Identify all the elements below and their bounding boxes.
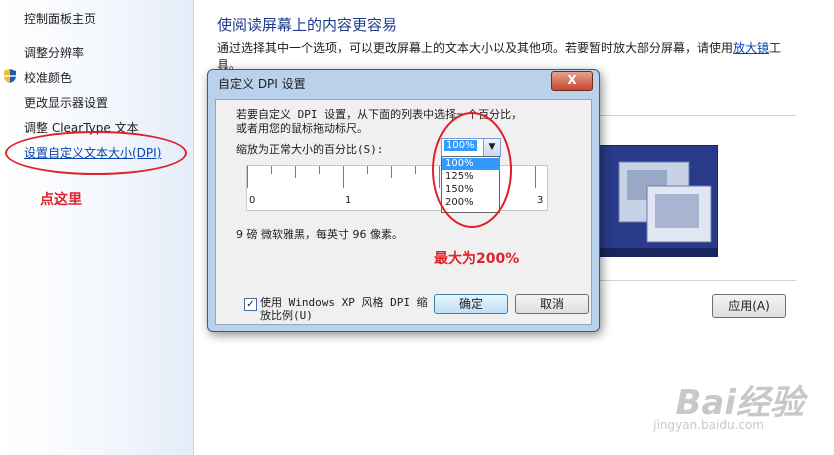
xp-style-label-line2: 放比例(U) [260, 309, 313, 322]
sidebar-item-calibrate-color[interactable]: 校准颜色 [24, 69, 72, 86]
watermark-url: jingyan.baidu.com [653, 418, 764, 432]
dialog-body: 若要自定义 DPI 设置，从下面的列表中选择一个百分比， 或者用您的鼠标拖动标尺… [215, 99, 592, 325]
description-suffix: 工 [769, 41, 782, 55]
ruler-tick [247, 166, 248, 188]
page-description: 通过选择其中一个选项，可以更改屏幕上的文本大小以及其他项。若要暂时放大部分屏幕，… [217, 39, 781, 56]
ruler-tick [319, 166, 320, 174]
custom-dpi-dialog: 自定义 DPI 设置 X 若要自定义 DPI 设置，从下面的列表中选择一个百分比… [207, 69, 600, 332]
watermark-logo: Bai经验 [675, 383, 804, 423]
sample-text: 9 磅 微软雅黑，每英寸 96 像素。 [236, 228, 403, 241]
shield-icon [4, 69, 16, 83]
scale-label: 缩放为正常大小的百分比(S): [236, 143, 384, 156]
ruler-label-1: 1 [345, 195, 352, 206]
description-text: 通过选择其中一个选项，可以更改屏幕上的文本大小以及其他项。若要暂时放大部分屏幕，… [217, 41, 734, 55]
divider-top [596, 115, 796, 116]
display-preview [596, 145, 718, 257]
ruler-tick [343, 166, 344, 188]
cancel-button[interactable]: 取消 [515, 294, 589, 314]
magnifier-link[interactable]: 放大镜 [733, 41, 769, 55]
xp-style-checkbox[interactable]: ✓ [244, 298, 257, 311]
divider-bottom [596, 280, 796, 281]
monitor-preview-icon [597, 146, 717, 256]
instruction-line2: 或者用您的鼠标拖动标尺。 [236, 122, 368, 135]
sidebar-home-link[interactable]: 控制面板主页 [24, 10, 96, 27]
ruler-tick [535, 166, 536, 188]
dialog-title: 自定义 DPI 设置 [218, 77, 306, 91]
sidebar-item-resolution[interactable]: 调整分辨率 [24, 44, 84, 61]
ruler-label-3: 3 [537, 195, 544, 206]
sidebar-item-display-settings[interactable]: 更改显示器设置 [24, 94, 108, 111]
ruler-tick [415, 166, 416, 174]
annotation-click-here: 点这里 [40, 192, 82, 208]
annotation-max-200: 最大为200% [434, 251, 520, 267]
close-button[interactable]: X [551, 71, 593, 91]
ruler-tick [391, 166, 392, 178]
sidebar: 控制面板主页 调整分辨率 校准颜色 更改显示器设置 调整 ClearType 文… [0, 0, 194, 455]
apply-button[interactable]: 应用(A) [712, 294, 786, 318]
ruler-tick [271, 166, 272, 174]
ruler-tick [367, 166, 368, 174]
ruler-tick [295, 166, 296, 178]
ok-button[interactable]: 确定 [434, 294, 508, 314]
annotation-ellipse-dropdown [432, 112, 512, 228]
page-title: 使阅读屏幕上的内容更容易 [217, 16, 398, 34]
ruler-label-0: 0 [249, 195, 256, 206]
annotation-ellipse-sidebar [5, 131, 187, 175]
